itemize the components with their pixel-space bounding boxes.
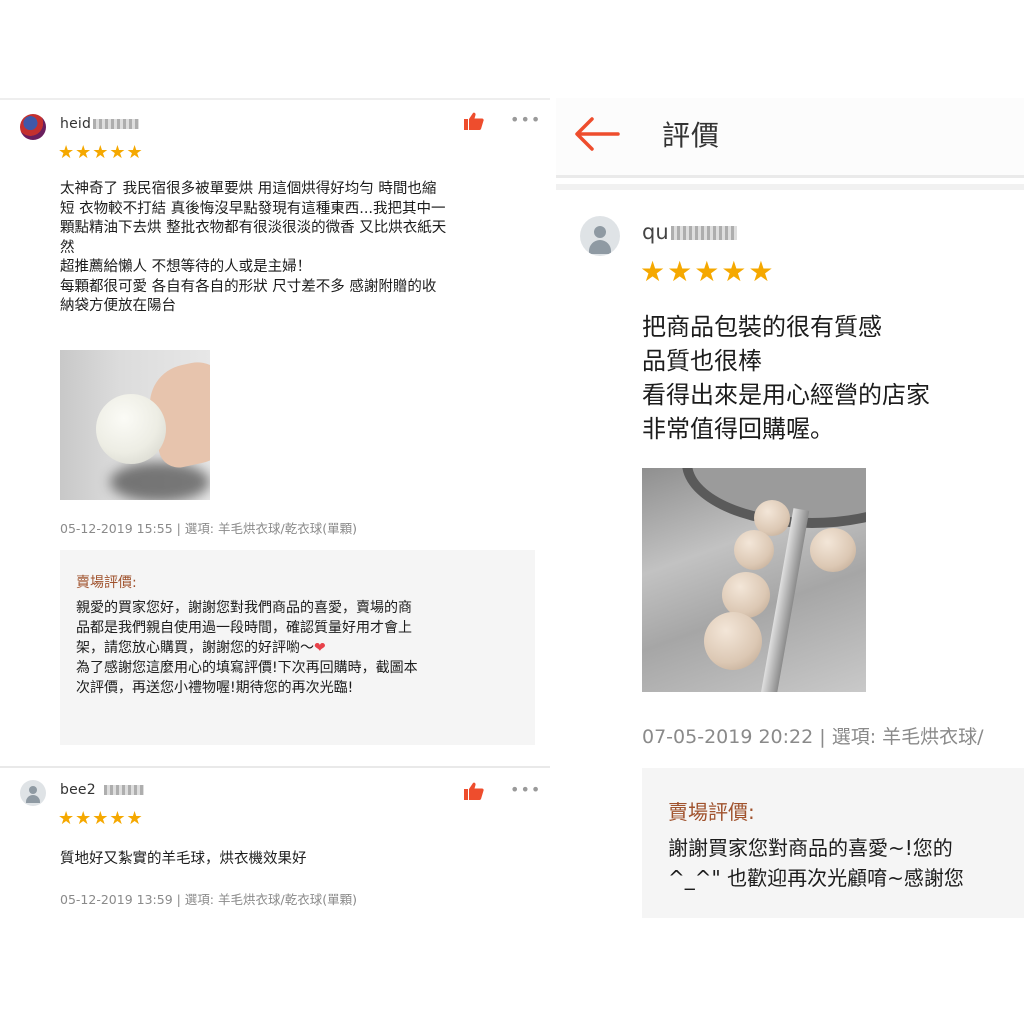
review-meta: 05-12-2019 15:55 | 選項: 羊毛烘衣球/乾衣球(單顆) (60, 521, 357, 536)
wool-ball (96, 394, 166, 464)
review-card: heid ••• ★★★★★ 太神奇了 我民宿很多被單要烘 用這個烘得好均勻 時… (0, 100, 550, 760)
thumbs-up-icon[interactable] (464, 112, 484, 130)
username-blur (103, 785, 144, 795)
review-photo[interactable] (60, 350, 210, 500)
seller-reply-text-part2: 為了感謝您這麼用心的填寫評價!下次再回購時，截圖本 次評價，再送您小禮物喔!期待… (76, 660, 418, 696)
more-icon[interactable]: ••• (510, 780, 541, 799)
username[interactable]: heid (60, 116, 140, 132)
review-photo[interactable] (642, 468, 866, 692)
avatar-body (26, 795, 40, 803)
rating-stars: ★★★★★ (640, 255, 776, 288)
heart-icon: ❤ (314, 640, 326, 656)
username[interactable]: qu (642, 220, 737, 244)
thumbs-up-icon[interactable] (464, 782, 484, 800)
username-blur (670, 226, 737, 240)
seller-reply-text: 親愛的買家您好，謝謝您對我們商品的喜愛，賣場的商 品都是我們親自使用過一段時間，… (76, 598, 519, 698)
rating-stars: ★★★★★ (58, 808, 144, 829)
review-meta: 07-05-2019 20:22 | 選項: 羊毛烘衣球/ (642, 726, 984, 748)
more-icon[interactable]: ••• (510, 110, 541, 129)
seller-reply-text-part1: 親愛的買家您好，謝謝您對我們商品的喜愛，賣場的商 品都是我們親自使用過一段時間，… (76, 600, 412, 656)
review-text: 把商品包裝的很有質感 品質也很棒 看得出來是用心經營的店家 非常值得回購喔。 (642, 313, 930, 443)
left-review-panel: heid ••• ★★★★★ 太神奇了 我民宿很多被單要烘 用這個烘得好均勻 時… (0, 98, 550, 928)
review-card: bee2 ••• ★★★★★ 質地好又紮實的羊毛球，烘衣機效果好 05-12-2… (0, 766, 550, 930)
review-text: 太神奇了 我民宿很多被單要烘 用這個烘得好均勻 時間也縮 短 衣物較不打結 真後… (60, 181, 447, 314)
avatar-head (594, 226, 606, 238)
page-header: 評價 (556, 98, 1024, 178)
avatar-head (29, 786, 37, 794)
avatar[interactable] (20, 114, 46, 140)
wool-ball (734, 530, 774, 570)
seller-reply: 賣場評價: 謝謝買家您對商品的喜愛~!您的 ^_^" 也歡迎再次光顧唷~感謝您 (642, 768, 1024, 918)
wool-ball (722, 572, 770, 618)
wool-ball (810, 528, 856, 572)
seller-reply-title: 賣場評價: (76, 575, 137, 591)
review-text: 質地好又紮實的羊毛球，烘衣機效果好 (60, 851, 307, 867)
back-arrow-icon[interactable] (572, 114, 622, 154)
page-title: 評價 (662, 119, 721, 152)
seller-reply-text: 謝謝買家您對商品的喜愛~!您的 ^_^" 也歡迎再次光顧唷~感謝您 (668, 836, 964, 890)
seller-reply: 賣場評價: 親愛的買家您好，謝謝您對我們商品的喜愛，賣場的商 品都是我們親自使用… (60, 550, 535, 745)
comparison-screenshot: heid ••• ★★★★★ 太神奇了 我民宿很多被單要烘 用這個烘得好均勻 時… (0, 0, 1024, 1024)
user-avatar-icon[interactable] (20, 780, 46, 806)
username-blur (93, 119, 140, 129)
username-text: heid (60, 116, 92, 132)
photo-shadow (110, 462, 210, 500)
divider (556, 184, 1024, 190)
rating-stars: ★★★★★ (58, 142, 144, 163)
user-avatar-icon[interactable] (580, 216, 620, 256)
seller-reply-title: 賣場評價: (668, 800, 755, 824)
username-text: bee2 (60, 782, 96, 798)
review-meta: 05-12-2019 13:59 | 選項: 羊毛烘衣球/乾衣球(單顆) (60, 892, 357, 907)
username-text: qu (642, 220, 669, 244)
wool-ball (704, 612, 762, 670)
username[interactable]: bee2 (60, 782, 144, 798)
right-review-panel: 評價 qu ★★★★★ 把商品包裝的很有質感 品質也很棒 看得出來是用心經營的店… (556, 98, 1024, 928)
avatar-body (589, 240, 611, 254)
